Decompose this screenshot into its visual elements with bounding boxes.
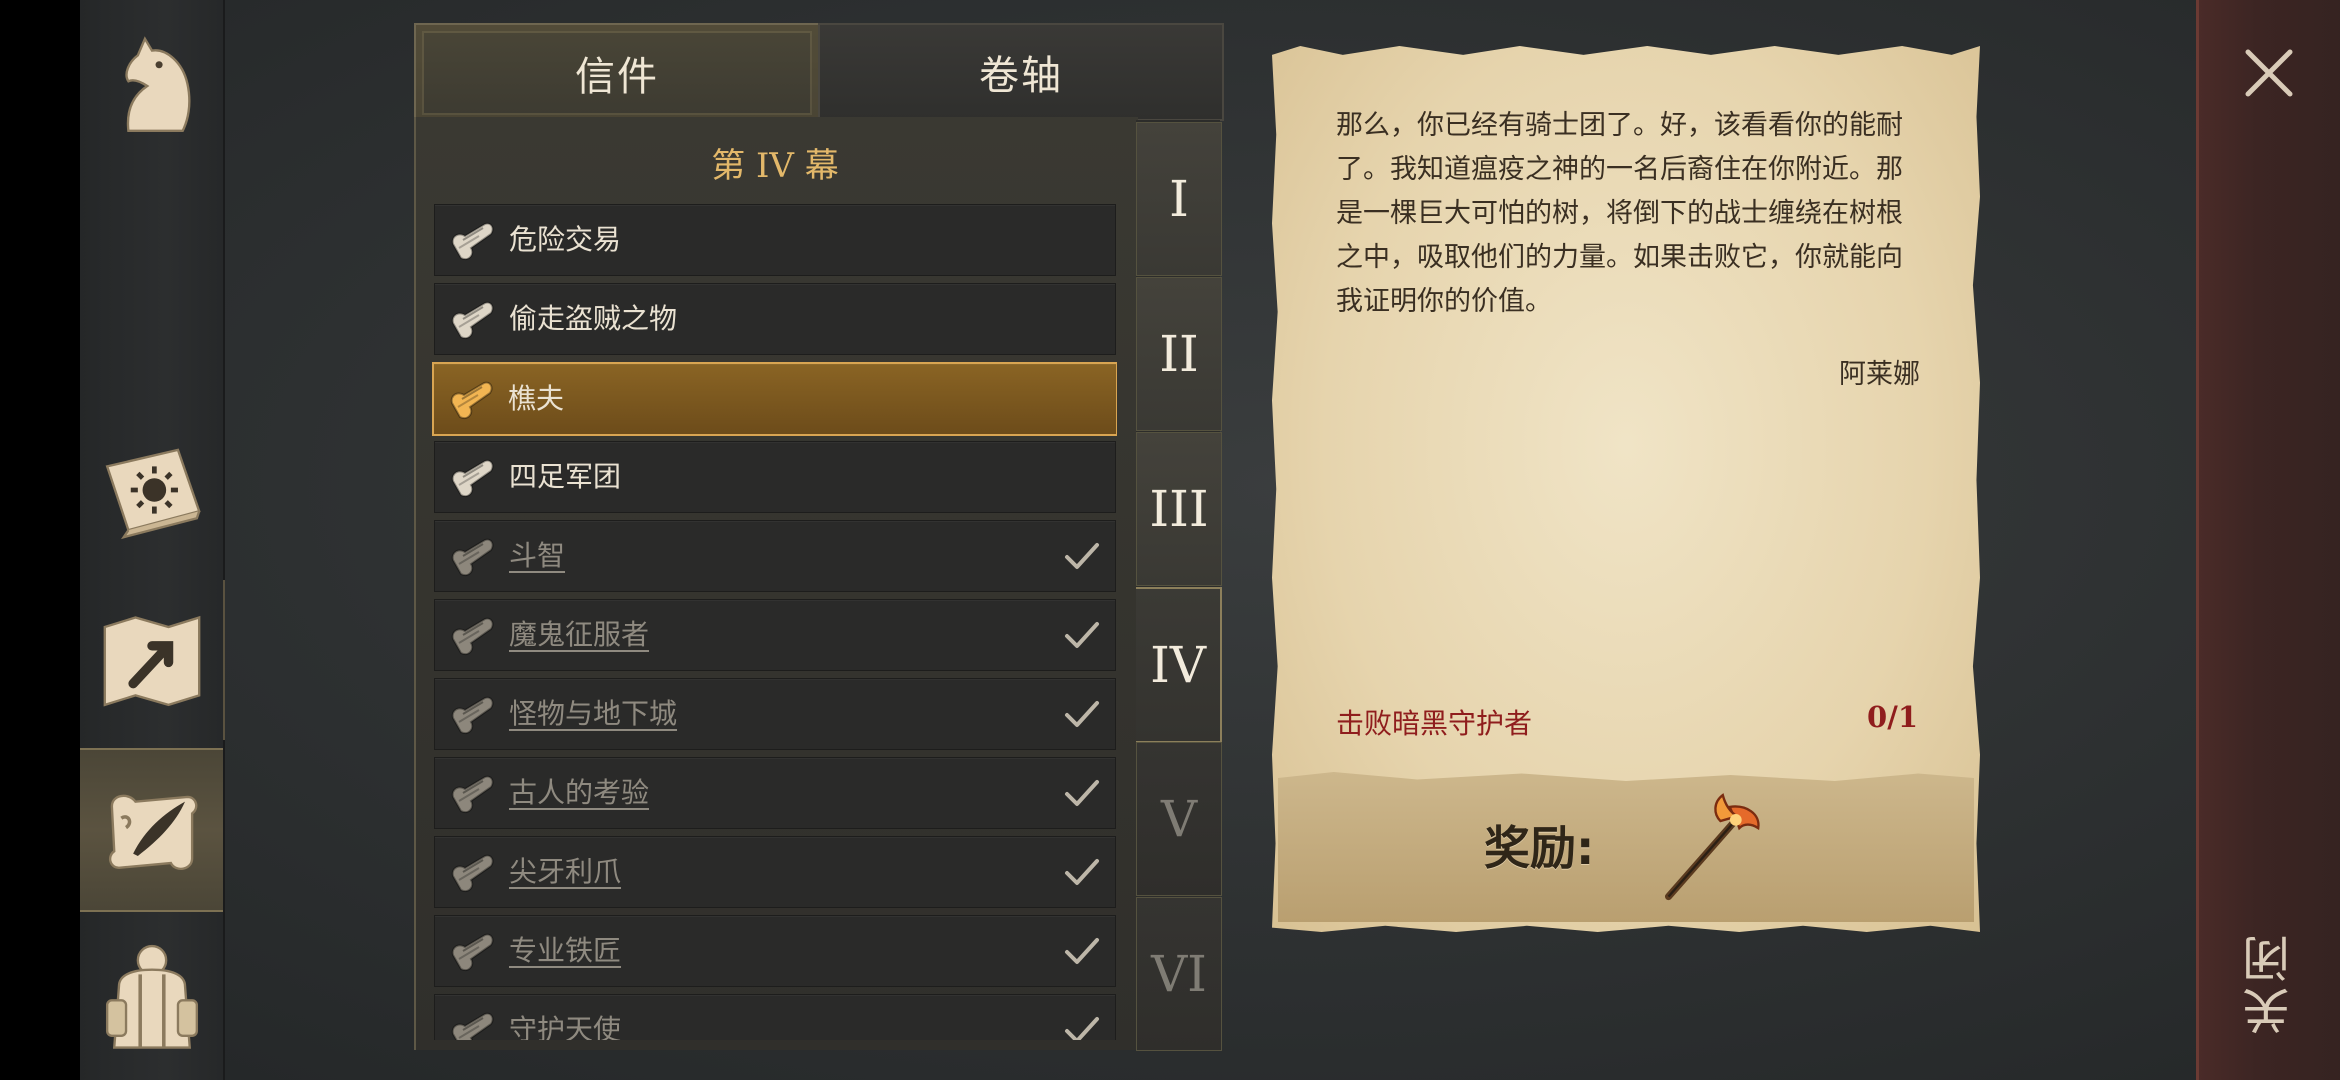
sidebar-horse-button[interactable] <box>80 6 223 166</box>
quest-scroll-icon <box>445 1004 497 1040</box>
act-tab-VI[interactable]: VI <box>1136 897 1222 1051</box>
quest-scroll-icon <box>445 609 497 661</box>
quest-scroll-icon <box>445 688 497 740</box>
act-tab-III[interactable]: III <box>1136 432 1222 586</box>
quest-scroll-icon <box>444 373 496 425</box>
checkmark-icon <box>1063 537 1101 575</box>
quest-label: 四足军团 <box>509 460 622 493</box>
quest-objective-progress: 0/1 <box>1867 700 1918 734</box>
quest-label: 偷走盗贼之物 <box>509 302 678 335</box>
act-tab-IV[interactable]: IV <box>1136 587 1222 743</box>
quest-scroll-icon <box>445 293 497 345</box>
quest-journal-screen: 信件 卷轴 第 IV 幕 危险交易偷走盗贼之物 樵夫四足军团斗智魔鬼征服者怪物与地… <box>0 0 2340 1080</box>
reward-band <box>1278 772 1974 922</box>
sidebar <box>80 0 225 1080</box>
quest-label: 尖牙利爪 <box>509 855 622 888</box>
letter-body: 那么，你已经有骑士团了。好，该看看你的能耐了。我知道瘟疫之神的一名后裔住在你附近… <box>1336 110 1903 317</box>
fire-halberd-icon <box>1664 793 1760 901</box>
tab-letters[interactable]: 信件 <box>414 23 820 121</box>
quest-list-item[interactable]: 危险交易 <box>434 204 1116 276</box>
map-icon <box>103 615 200 707</box>
backpack-icon <box>105 944 198 1049</box>
quest-list-item[interactable]: 古人的考验 <box>434 757 1116 829</box>
reward-item[interactable] <box>1652 788 1770 906</box>
quest-list-item[interactable]: 魔鬼征服者 <box>434 599 1116 671</box>
quest-label: 怪物与地下城 <box>509 697 678 730</box>
act-tab-V[interactable]: V <box>1136 742 1222 896</box>
sun-book-icon <box>105 448 201 540</box>
quest-scroll-icon <box>445 214 497 266</box>
quest-label: 危险交易 <box>509 223 622 256</box>
sidebar-inventory-button[interactable] <box>80 918 223 1078</box>
checkmark-icon <box>1063 932 1101 970</box>
sidebar-skills-book-button[interactable] <box>80 410 223 570</box>
sidebar-quests-button[interactable] <box>80 748 223 912</box>
quest-list-item[interactable]: 专业铁匠 <box>434 915 1116 987</box>
checkmark-icon <box>1063 616 1101 654</box>
reward-label: 奖励: <box>1484 821 1595 875</box>
close-icon[interactable] <box>2240 44 2298 102</box>
quest-scroll-icon <box>445 767 497 819</box>
quest-label: 斗智 <box>509 539 566 572</box>
checkmark-icon <box>1063 1011 1101 1040</box>
act-title: 第 IV 幕 <box>711 146 839 186</box>
quest-list-item[interactable]: 怪物与地下城 <box>434 678 1116 750</box>
quest-list[interactable]: 危险交易偷走盗贼之物 樵夫四足军团斗智魔鬼征服者怪物与地下城 古人的考验尖牙利爪专业… <box>432 204 1117 1040</box>
tab-scrolls[interactable]: 卷轴 <box>818 23 1224 121</box>
quest-label: 守护天使 <box>509 1013 622 1040</box>
quest-list-item[interactable]: 斗智 <box>434 520 1116 592</box>
checkmark-icon <box>1063 695 1101 733</box>
quest-scroll-icon <box>445 530 497 582</box>
quest-list-item[interactable]: 樵夫 <box>432 362 1117 436</box>
horse-icon <box>124 36 190 133</box>
sidebar-map-button[interactable] <box>80 580 225 740</box>
quest-label: 古人的考验 <box>509 776 650 809</box>
quest-label: 魔鬼征服者 <box>509 618 650 651</box>
quest-list-item[interactable]: 尖牙利爪 <box>434 836 1116 908</box>
quest-list-item[interactable]: 偷走盗贼之物 <box>434 283 1116 355</box>
screen-edge <box>0 0 80 1080</box>
quest-list-item[interactable]: 守护天使 <box>434 994 1116 1040</box>
act-tab-II[interactable]: II <box>1136 277 1222 431</box>
quest-label: 专业铁匠 <box>509 934 622 967</box>
quest-label: 樵夫 <box>508 382 565 415</box>
tab-scrolls-label: 卷轴 <box>979 53 1063 99</box>
tab-letters-label: 信件 <box>575 54 659 100</box>
close-label[interactable]: 关闭 <box>2236 918 2300 1048</box>
checkmark-icon <box>1063 853 1101 891</box>
act-tab-I[interactable]: I <box>1136 122 1222 276</box>
scroll-quill-icon <box>108 794 197 870</box>
quest-scroll-icon <box>445 846 497 898</box>
quest-list-item[interactable]: 四足军团 <box>434 441 1116 513</box>
quest-scroll-icon <box>445 925 497 977</box>
quest-objective: 击败暗黑守护者 <box>1336 707 1533 740</box>
quest-scroll-icon <box>445 451 497 503</box>
checkmark-icon <box>1063 774 1101 812</box>
letter-signature: 阿莱娜 <box>1839 359 1920 390</box>
